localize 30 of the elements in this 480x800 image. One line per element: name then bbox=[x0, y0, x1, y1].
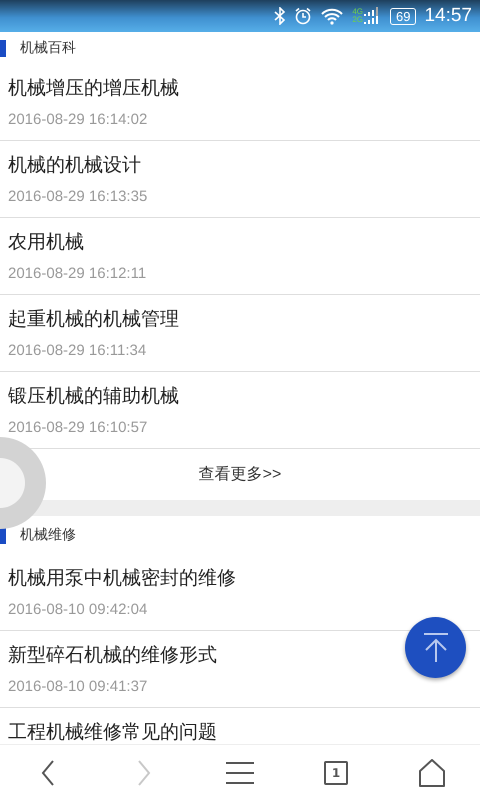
section-marker bbox=[0, 40, 6, 56]
section-title: 机械维修 bbox=[20, 526, 76, 544]
article-date: 2016-08-29 16:14:02 bbox=[8, 110, 148, 130]
tabs-button[interactable]: 1 bbox=[288, 745, 384, 800]
arrow-up-icon bbox=[422, 632, 448, 662]
article-title[interactable]: 机械增压的增压机械 bbox=[8, 78, 472, 100]
bluetooth-icon bbox=[274, 7, 286, 25]
article-date: 2016-08-29 16:12:11 bbox=[8, 264, 148, 284]
article-date: 2016-08-29 16:11:34 bbox=[8, 341, 148, 361]
wifi-icon bbox=[320, 7, 344, 25]
article-date: 2016-08-10 09:41:37 bbox=[8, 677, 148, 697]
article-date: 2016-08-10 09:42:04 bbox=[8, 600, 148, 620]
signal-icon bbox=[364, 7, 378, 25]
article-title[interactable]: 机械用泵中机械密封的维修 bbox=[8, 568, 472, 590]
network-label: 4G bbox=[352, 8, 363, 16]
clock: 14:57 bbox=[424, 5, 472, 27]
article-title[interactable]: 锻压机械的辅助机械 bbox=[8, 386, 472, 408]
article-title[interactable]: 新型碎石机械的维修形式 bbox=[8, 645, 472, 667]
article-date: 2016-08-29 16:13:35 bbox=[8, 187, 148, 207]
article-title[interactable]: 工程机械维修常见的问题 bbox=[8, 722, 472, 744]
article-title[interactable]: 农用机械 bbox=[8, 232, 472, 254]
network-label: 2G bbox=[352, 16, 363, 24]
battery-level: 69 bbox=[390, 8, 416, 24]
article-title[interactable]: 起重机械的机械管理 bbox=[8, 309, 472, 331]
article-title[interactable]: 机械的机械设计 bbox=[8, 155, 472, 177]
view-more-link[interactable]: 查看更多>> bbox=[198, 464, 282, 486]
alarm-icon bbox=[294, 7, 312, 25]
back-to-top-button[interactable] bbox=[405, 617, 466, 678]
section-title: 机械百科 bbox=[20, 39, 76, 57]
article-date: 2016-08-29 16:10:57 bbox=[8, 418, 148, 438]
